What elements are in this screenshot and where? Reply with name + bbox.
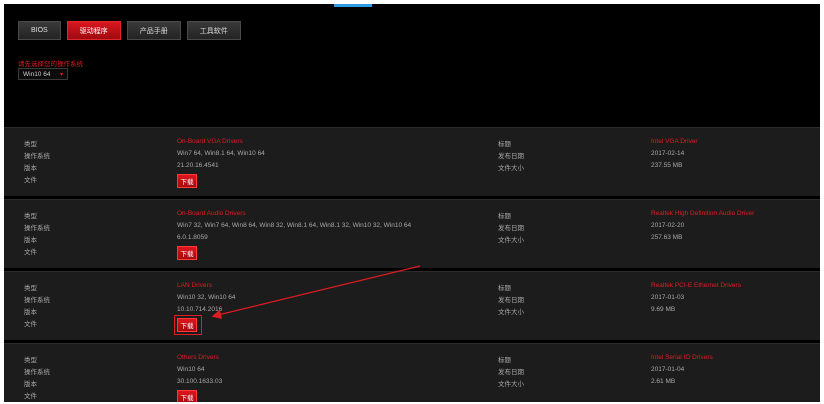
driver-title: Realtek High Definition Audio Driver <box>651 210 755 217</box>
download-button[interactable]: 下载 <box>177 390 197 402</box>
tab-utilities[interactable]: 工具软件 <box>186 21 241 40</box>
file-size-label: 文件大小 <box>498 165 524 172</box>
driver-date: 2017-01-04 <box>651 366 685 373</box>
driver-os: Win7 64, Win8.1 64, Win10 64 <box>177 150 265 157</box>
file-size-label: 文件大小 <box>498 381 524 388</box>
type-label: 类型 <box>24 285 37 292</box>
title-label: 标题 <box>498 285 511 292</box>
driver-version: 21.20.16.4541 <box>177 162 219 169</box>
os-label: 操作系统 <box>24 225 50 232</box>
driver-size: 2.61 MB <box>651 378 676 385</box>
os-select-label: 请先选择您的操作系统 <box>18 61 83 68</box>
type-label: 类型 <box>24 141 37 148</box>
driver-version: 10.10.714.2016 <box>177 306 223 313</box>
tab-manuals[interactable]: 产品手册 <box>126 21 181 40</box>
driver-title: Intel VGA Driver <box>651 138 698 145</box>
driver-date: 2017-02-20 <box>651 222 685 229</box>
os-label: 操作系统 <box>24 153 50 160</box>
driver-row: 类型 操作系统 版本 文件 Others Drivers Win10 64 30… <box>4 343 820 402</box>
driver-date: 2017-01-03 <box>651 294 685 301</box>
release-date-label: 发布日期 <box>498 369 524 376</box>
driver-type: Others Drivers <box>177 354 219 361</box>
os-label: 操作系统 <box>24 369 50 376</box>
version-label: 版本 <box>24 237 37 244</box>
driver-version: 6.0.1.8059 <box>177 234 208 241</box>
driver-title: Realtek PCI-E Ethernet Drivers <box>651 282 741 289</box>
driver-type: On-Board Audio Drivers <box>177 210 246 217</box>
download-button[interactable]: 下载 <box>177 246 197 260</box>
release-date-label: 发布日期 <box>498 153 524 160</box>
driver-version: 30.100.1633.03 <box>177 378 223 385</box>
title-label: 标题 <box>498 357 511 364</box>
driver-title: Intel Serial IO Drivers <box>651 354 713 361</box>
file-size-label: 文件大小 <box>498 237 524 244</box>
file-size-label: 文件大小 <box>498 309 524 316</box>
version-label: 版本 <box>24 309 37 316</box>
file-label: 文件 <box>24 393 37 400</box>
title-label: 标题 <box>498 141 511 148</box>
download-button[interactable]: 下载 <box>177 318 197 332</box>
title-label: 标题 <box>498 213 511 220</box>
driver-row: 类型 操作系统 版本 文件 On-Board Audio Drivers Win… <box>4 199 820 268</box>
driver-row: 类型 操作系统 版本 文件 LAN Drivers Win10 32, Win1… <box>4 271 820 340</box>
os-label: 操作系统 <box>24 297 50 304</box>
file-label: 文件 <box>24 249 37 256</box>
driver-date: 2017-02-14 <box>651 150 685 157</box>
tab-drivers[interactable]: 驱动程序 <box>66 21 121 40</box>
type-label: 类型 <box>24 357 37 364</box>
download-button[interactable]: 下载 <box>177 174 197 188</box>
driver-type: On-Board VGA Drivers <box>177 138 243 145</box>
release-date-label: 发布日期 <box>498 297 524 304</box>
driver-os: Win7 32, Win7 64, Win8 64, Win8 32, Win8… <box>177 222 412 229</box>
driver-size: 9.69 MB <box>651 306 676 313</box>
tab-bar: BIOS 驱动程序 产品手册 工具软件 <box>18 21 241 40</box>
version-label: 版本 <box>24 381 37 388</box>
file-label: 文件 <box>24 177 37 184</box>
os-select-value: Win10 64 <box>23 70 51 78</box>
scroll-indicator <box>334 4 372 7</box>
driver-row: 类型 操作系统 版本 文件 On-Board VGA Drivers Win7 … <box>4 127 820 196</box>
chevron-down-icon: ▾ <box>59 71 63 78</box>
driver-size: 257.63 MB <box>651 234 683 241</box>
driver-list: 类型 操作系统 版本 文件 On-Board VGA Drivers Win7 … <box>4 127 820 402</box>
tab-bios[interactable]: BIOS <box>18 21 61 40</box>
driver-size: 237.55 MB <box>651 162 683 169</box>
type-label: 类型 <box>24 213 37 220</box>
driver-os: Win10 32, Win10 64 <box>177 294 236 301</box>
driver-os: Win10 64 <box>177 366 205 373</box>
driver-download-panel: BIOS 驱动程序 产品手册 工具软件 请先选择您的操作系统 Win10 64 … <box>4 4 820 402</box>
os-select-dropdown[interactable]: Win10 64 ▾ <box>18 68 68 80</box>
version-label: 版本 <box>24 165 37 172</box>
driver-type: LAN Drivers <box>177 282 213 289</box>
file-label: 文件 <box>24 321 37 328</box>
release-date-label: 发布日期 <box>498 225 524 232</box>
